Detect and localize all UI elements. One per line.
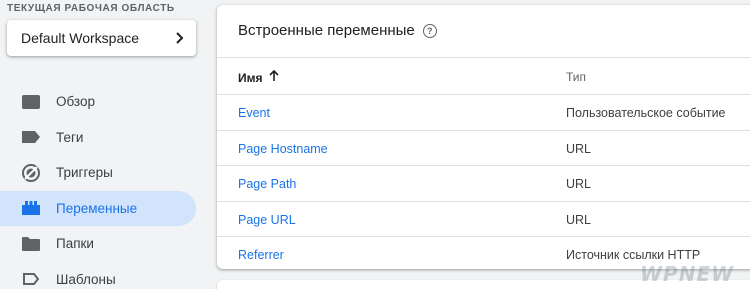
column-header-name[interactable]: Имя — [238, 69, 279, 85]
variable-name-link[interactable]: Referrer — [238, 248, 284, 262]
watermark-logo: WPNEW — [640, 262, 735, 286]
folder-overview-icon — [22, 93, 40, 111]
variable-type: URL — [566, 212, 592, 227]
sidebar-item-label: Теги — [56, 129, 84, 145]
builtin-variables-card: Встроенные переменные ? Имя Тип Event По… — [217, 5, 750, 269]
tag-icon — [22, 128, 40, 146]
page-title: Встроенные переменные — [238, 22, 415, 39]
card-title-row: Встроенные переменные ? — [238, 22, 437, 39]
column-header-name-label: Имя — [238, 70, 263, 85]
sidebar-item-templates[interactable]: Шаблоны — [0, 262, 205, 289]
sidebar-item-variables[interactable]: Переменные — [0, 190, 196, 226]
variables-table-body: Event Пользовательское событие Page Host… — [217, 95, 750, 273]
variable-type: URL — [566, 141, 592, 156]
variable-name-link[interactable]: Page Hostname — [238, 142, 328, 156]
variables-icon — [22, 199, 40, 217]
chevron-right-icon — [172, 31, 186, 45]
sidebar-item-folders[interactable]: Папки — [0, 226, 205, 262]
sidebar-item-label: Шаблоны — [56, 271, 116, 287]
workspace-selector[interactable]: Default Workspace — [7, 20, 196, 56]
variable-name-link[interactable]: Event — [238, 106, 270, 120]
variable-name-link[interactable]: Page Path — [238, 177, 296, 191]
help-icon[interactable]: ? — [422, 23, 437, 38]
table-row: Page URL URL — [217, 202, 750, 237]
table-header: Имя Тип — [217, 57, 750, 95]
variable-type: Источник ссылки HTTP — [566, 248, 701, 262]
sidebar-item-triggers[interactable]: Триггеры — [0, 155, 205, 191]
table-row: Page Path URL — [217, 166, 750, 202]
column-header-type[interactable]: Тип — [566, 70, 586, 84]
sidebar-item-label: Обзор — [56, 94, 95, 110]
workspace-name: Default Workspace — [21, 30, 140, 46]
sort-arrow-up-icon — [268, 69, 279, 85]
sidebar-item-label: Триггеры — [56, 165, 113, 181]
sidebar-nav: Обзор Теги Триггеры Переменные Папки Шаб… — [0, 84, 205, 289]
sidebar-item-label: Папки — [56, 236, 94, 252]
template-icon — [22, 270, 40, 288]
table-row: Event Пользовательское событие — [217, 95, 750, 131]
trigger-icon — [22, 163, 40, 182]
workspace-section-label: ТЕКУЩАЯ РАБОЧАЯ ОБЛАСТЬ — [7, 3, 175, 14]
sidebar-item-overview[interactable]: Обзор — [0, 84, 205, 120]
sidebar-item-label: Переменные — [56, 200, 138, 216]
variable-name-link[interactable]: Page URL — [238, 213, 296, 227]
variable-type: Пользовательское событие — [566, 106, 726, 120]
sidebar-item-tags[interactable]: Теги — [0, 120, 205, 156]
folder-icon — [22, 235, 40, 253]
table-row: Page Hostname URL — [217, 131, 750, 166]
variable-type: URL — [566, 177, 592, 191]
sidebar: ТЕКУЩАЯ РАБОЧАЯ ОБЛАСТЬ Default Workspac… — [0, 0, 205, 289]
